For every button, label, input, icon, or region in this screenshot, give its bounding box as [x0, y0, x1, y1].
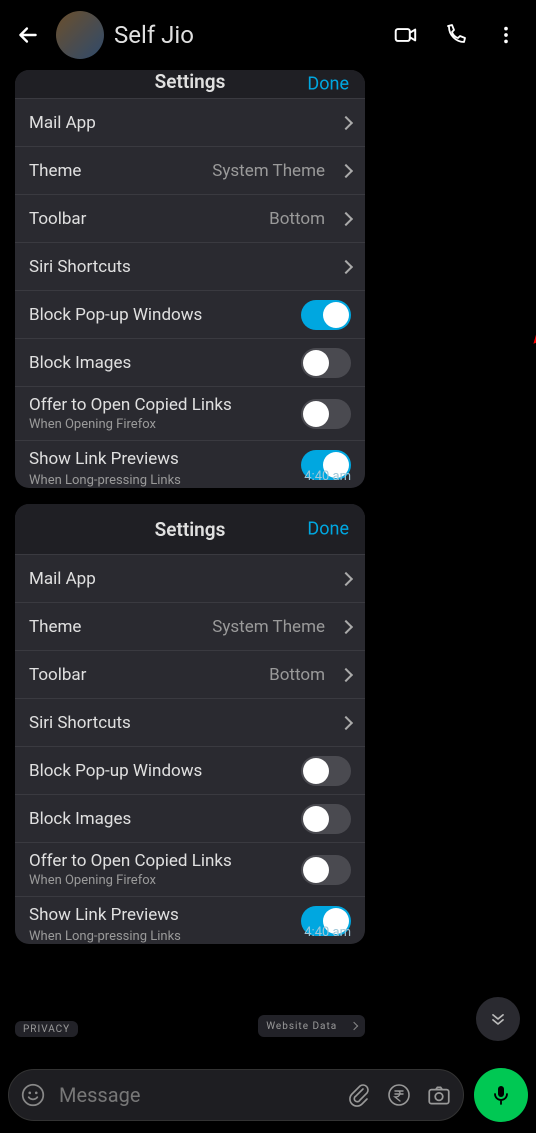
fragment-label: Website Data — [266, 1021, 337, 1032]
avatar[interactable] — [56, 11, 104, 59]
settings-title: Settings — [155, 518, 226, 541]
chevron-right-icon — [339, 115, 353, 129]
message-placeholder: Message — [59, 1083, 333, 1107]
paperclip-icon — [347, 1083, 371, 1107]
toggle-switch — [301, 300, 351, 330]
row-sublabel: When Opening Firefox — [29, 873, 156, 888]
chevron-right-icon — [339, 163, 353, 177]
menu-button[interactable] — [486, 15, 526, 55]
fragment-row-website-data: Website Data — [258, 1015, 365, 1037]
emoji-button[interactable] — [19, 1081, 47, 1109]
message-timestamp: 4:40 am — [304, 469, 351, 484]
voice-record-button[interactable] — [474, 1068, 528, 1122]
chevron-right-icon — [339, 667, 353, 681]
chevron-right-icon — [339, 619, 353, 633]
row-label: Offer to Open Copied Links — [29, 395, 232, 415]
message-bubble[interactable]: Settings Done Mail App Theme System Them… — [15, 504, 536, 944]
settings-row-popup: Block Pop-up Windows — [15, 290, 365, 338]
row-label: Show Link Previews — [29, 905, 179, 927]
message-input-bar: Message — [8, 1067, 528, 1123]
row-label: Theme — [29, 617, 212, 637]
chevron-right-icon — [339, 211, 353, 225]
settings-row-popup: Block Pop-up Windows — [15, 746, 365, 794]
toggle-switch — [301, 804, 351, 834]
settings-header: Settings Done — [15, 70, 365, 98]
row-label: Toolbar — [29, 665, 269, 685]
settings-row-mail-app: Mail App — [15, 98, 365, 146]
chevron-right-icon — [339, 571, 353, 585]
rupee-icon — [387, 1083, 411, 1107]
message-input[interactable]: Message — [8, 1069, 464, 1121]
scroll-to-bottom-button[interactable] — [476, 997, 520, 1041]
settings-title: Settings — [155, 70, 226, 93]
payment-button[interactable] — [385, 1081, 413, 1109]
settings-row-copied-links: Offer to Open Copied Links When Opening … — [15, 386, 365, 440]
message-bubble-fragment[interactable]: PRIVACY Website Data — [15, 1015, 365, 1037]
phone-icon — [444, 23, 468, 47]
settings-row-theme: Theme System Theme — [15, 146, 365, 194]
toggle-switch — [301, 399, 351, 429]
row-value: System Theme — [212, 161, 325, 181]
row-label: Siri Shortcuts — [29, 713, 335, 733]
settings-row-theme: Theme System Theme — [15, 602, 365, 650]
chat-header: Self Jio — [0, 0, 536, 70]
video-icon — [393, 22, 419, 48]
chevron-right-icon — [350, 1022, 358, 1030]
back-button[interactable] — [10, 17, 46, 53]
row-value: Bottom — [269, 665, 325, 685]
chevron-right-icon — [339, 259, 353, 273]
camera-icon — [426, 1082, 452, 1108]
settings-row-mail-app: Mail App — [15, 554, 365, 602]
back-arrow-icon — [15, 22, 41, 48]
row-sublabel: When Long-pressing Links — [29, 473, 181, 488]
chat-title[interactable]: Self Jio — [114, 21, 376, 49]
row-label: Mail App — [29, 569, 335, 589]
settings-row-toolbar: Toolbar Bottom — [15, 194, 365, 242]
settings-row-link-previews: Show Link Previews When Long-pressing Li… — [15, 440, 365, 488]
voice-call-button[interactable] — [436, 15, 476, 55]
screenshot-settings: Settings Done Mail App Theme System Them… — [15, 70, 365, 488]
row-label: Theme — [29, 161, 212, 181]
row-label: Toolbar — [29, 209, 269, 229]
row-label: Offer to Open Copied Links — [29, 851, 232, 871]
video-call-button[interactable] — [386, 15, 426, 55]
row-label: Show Link Previews — [29, 449, 179, 471]
settings-row-link-previews: Show Link Previews When Long-pressing Li… — [15, 896, 365, 944]
chevron-right-icon — [339, 715, 353, 729]
settings-row-toolbar: Toolbar Bottom — [15, 650, 365, 698]
settings-header: Settings Done — [15, 504, 365, 554]
settings-row-siri: Siri Shortcuts — [15, 242, 365, 290]
screenshot-settings: Settings Done Mail App Theme System Them… — [15, 504, 365, 944]
row-label: Siri Shortcuts — [29, 257, 335, 277]
more-vertical-icon — [495, 24, 517, 46]
row-sublabel: When Long-pressing Links — [29, 929, 181, 944]
settings-row-block-images: Block Images — [15, 794, 365, 842]
settings-row-block-images: Block Images — [15, 338, 365, 386]
camera-button[interactable] — [425, 1081, 453, 1109]
chat-body[interactable]: Settings Done Mail App Theme System Them… — [0, 70, 536, 1051]
row-value: Bottom — [269, 209, 325, 229]
fragment-label-privacy: PRIVACY — [15, 1021, 78, 1037]
row-label: Mail App — [29, 113, 335, 133]
attach-button[interactable] — [345, 1081, 373, 1109]
toggle-switch — [301, 855, 351, 885]
settings-row-copied-links: Offer to Open Copied Links When Opening … — [15, 842, 365, 896]
done-button: Done — [307, 74, 349, 95]
message-timestamp: 4:40 am — [304, 925, 351, 940]
microphone-icon — [489, 1083, 513, 1107]
row-sublabel: When Opening Firefox — [29, 417, 156, 432]
emoji-icon — [20, 1082, 46, 1108]
message-bubble[interactable]: Settings Done Mail App Theme System Them… — [15, 70, 536, 488]
settings-row-siri: Siri Shortcuts — [15, 698, 365, 746]
done-button: Done — [307, 519, 349, 540]
toggle-switch — [301, 756, 351, 786]
double-chevron-down-icon — [488, 1009, 508, 1029]
toggle-switch — [301, 348, 351, 378]
row-value: System Theme — [212, 617, 325, 637]
